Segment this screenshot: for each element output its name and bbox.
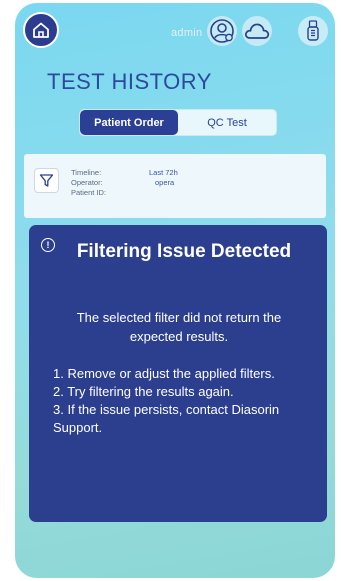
home-button[interactable] (23, 12, 59, 48)
device-screen: admin TEST HISTORY Patient Order QC Test (15, 3, 335, 578)
tab-bar: Patient Order QC Test (79, 109, 277, 136)
patient-id-label: Patient ID: (71, 188, 107, 197)
timeline-label: Timeline: (71, 168, 102, 177)
usb-drive-icon (307, 20, 319, 41)
user-settings-icon (210, 19, 234, 43)
filter-icon (39, 174, 54, 187)
dialog-step: 1. Remove or adjust the applied filters. (53, 366, 275, 381)
operator-value: opera (155, 178, 175, 187)
dialog-title: Filtering Issue Detected (76, 241, 292, 262)
tab-patient-order[interactable]: Patient Order (80, 110, 178, 135)
dialog-step: 3. If the issue persists, contact Diasor… (53, 402, 280, 435)
timeline-value: Last 72h (149, 168, 178, 177)
dialog-steps: 1. Remove or adjust the applied filters.… (53, 365, 303, 437)
usb-drive-button[interactable] (298, 16, 328, 46)
page-title: TEST HISTORY (47, 69, 212, 94)
dialog-message: The selected filter did not return the e… (76, 310, 282, 344)
user-settings-button[interactable] (207, 16, 237, 46)
tab-qc-test[interactable]: QC Test (178, 110, 276, 135)
operator-label: Operator: (71, 178, 103, 187)
alert-circle-icon: ! (41, 238, 55, 252)
filter-error-dialog: ! Filtering Issue Detected The selected … (29, 225, 327, 522)
dialog-step: 2. Try filtering the results again. (53, 384, 234, 399)
home-icon (33, 22, 49, 38)
user-name-label: admin (171, 27, 203, 39)
filter-panel: Timeline: Last 72h Operator: opera Patie… (24, 154, 326, 218)
cloud-icon (245, 23, 270, 39)
filter-button[interactable] (34, 168, 59, 193)
cloud-button[interactable] (242, 16, 272, 46)
